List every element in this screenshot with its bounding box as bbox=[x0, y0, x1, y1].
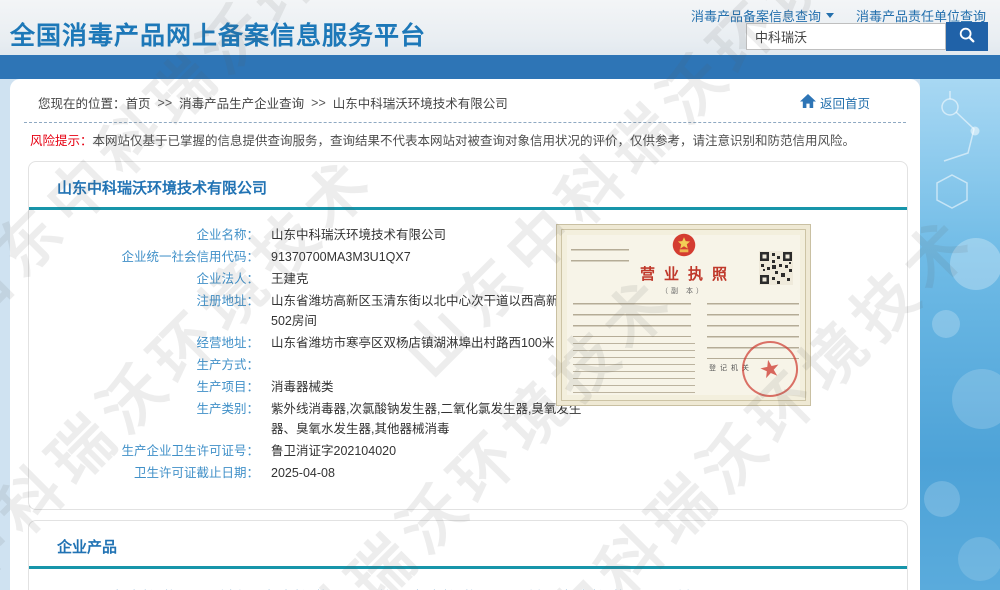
field-label: 企业法人： bbox=[29, 269, 259, 289]
license-text-lines bbox=[573, 303, 691, 337]
field-label: 经营地址： bbox=[29, 333, 259, 353]
risk-notice: 风险提示：本网站仅基于已掌握的信息提供查询服务，查询结果不代表本网站对被查询对象… bbox=[30, 132, 900, 151]
search-input[interactable] bbox=[746, 23, 946, 50]
field-value: 山东中科瑞沃环境技术有限公司 bbox=[271, 225, 446, 245]
home-icon bbox=[800, 94, 816, 112]
national-emblem-icon bbox=[671, 232, 697, 261]
field-value: 鲁卫消证字202104020 bbox=[271, 441, 396, 461]
field-value: 山东省潍坊市寒亭区双杨店镇湖淋埠出村路西100米 bbox=[271, 333, 554, 353]
molecule-decoration-icon bbox=[920, 577, 1000, 590]
license-text-lines bbox=[573, 343, 695, 395]
breadcrumb-prefix: 您现在的位置： bbox=[38, 93, 126, 112]
company-title: 山东中科瑞沃环境技术有限公司 bbox=[29, 162, 907, 207]
field-value: 2025-04-08 bbox=[271, 463, 335, 483]
products-list: 中科瑞沃牌ZK-50型电解法次氯酸钠发生器 中科瑞沃牌ZK-200型化学法二氧化… bbox=[29, 569, 907, 590]
license-text-lines bbox=[571, 249, 629, 267]
breadcrumb-link-home[interactable]: 首页 bbox=[126, 93, 151, 112]
field-label: 生产方式： bbox=[29, 355, 259, 375]
breadcrumb-separator: >> bbox=[311, 96, 326, 110]
field-label: 生产类别： bbox=[29, 399, 259, 439]
field-value: 王建克 bbox=[271, 269, 309, 289]
breadcrumb-link-enterprise-query[interactable]: 消毒产品生产企业查询 bbox=[179, 93, 304, 112]
back-home-label: 返回首页 bbox=[820, 93, 870, 112]
main-content: 您现在的位置： 首页 >> 消毒产品生产企业查询 >> 山东中科瑞沃环境技术有限… bbox=[10, 79, 920, 590]
field-row: 卫生许可证截止日期： 2025-04-08 bbox=[29, 463, 907, 483]
header: 全国消毒产品网上备案信息服务平台 消毒产品备案信息查询 消毒产品责任单位查询 bbox=[0, 0, 1000, 55]
field-label: 生产项目： bbox=[29, 377, 259, 397]
risk-notice-text: 本网站仅基于已掌握的信息提供查询服务，查询结果不代表本网站对被查询对象信用状况的… bbox=[93, 134, 856, 148]
field-label: 注册地址： bbox=[29, 291, 259, 331]
chevron-down-icon bbox=[826, 13, 834, 18]
header-band bbox=[0, 55, 1000, 79]
products-card: 企业产品 中科瑞沃牌ZK-50型电解法次氯酸钠发生器 中科瑞沃牌ZK-200型化… bbox=[28, 520, 908, 590]
field-label: 企业统一社会信用代码： bbox=[29, 247, 259, 267]
page: 全国消毒产品网上备案信息服务平台 消毒产品备案信息查询 消毒产品责任单位查询 bbox=[0, 0, 1000, 590]
products-title: 企业产品 bbox=[29, 521, 907, 566]
breadcrumb-current: 山东中科瑞沃环境技术有限公司 bbox=[333, 93, 508, 112]
business-license-image: 营业执照 （副 本） bbox=[556, 224, 811, 406]
right-decoration-panel bbox=[920, 79, 1000, 590]
breadcrumb: 您现在的位置： 首页 >> 消毒产品生产企业查询 >> 山东中科瑞沃环境技术有限… bbox=[24, 79, 906, 123]
breadcrumb-separator: >> bbox=[158, 96, 173, 110]
field-value: 91370700MA3M3U1QX7 bbox=[271, 247, 411, 267]
search-icon bbox=[958, 26, 976, 47]
site-title: 全国消毒产品网上备案信息服务平台 bbox=[10, 16, 426, 52]
back-home-link[interactable]: 返回首页 bbox=[800, 93, 900, 112]
field-label: 卫生许可证截止日期： bbox=[29, 463, 259, 483]
company-fields: 企业名称： 山东中科瑞沃环境技术有限公司 企业统一社会信用代码： 9137070… bbox=[29, 210, 907, 509]
seal-star-icon: ★ bbox=[756, 352, 783, 385]
field-label: 企业名称： bbox=[29, 225, 259, 245]
field-row: 生产企业卫生许可证号： 鲁卫消证字202104020 bbox=[29, 441, 907, 461]
field-value: 紫外线消毒器,次氯酸钠发生器,二氧化氯发生器,臭氧发生器、臭氧水发生器,其他器械… bbox=[271, 399, 593, 439]
search-button[interactable] bbox=[946, 22, 988, 51]
field-value: 山东省潍坊高新区玉清东街以北中心次干道以西高新大厦502房间 bbox=[271, 291, 593, 331]
field-label: 生产企业卫生许可证号： bbox=[29, 441, 259, 461]
search-bar bbox=[746, 22, 988, 51]
risk-notice-label: 风险提示： bbox=[30, 134, 93, 148]
field-value: 消毒器械类 bbox=[271, 377, 334, 397]
company-card: 山东中科瑞沃环境技术有限公司 企业名称： 山东中科瑞沃环境技术有限公司 企业统一… bbox=[28, 161, 908, 510]
qr-code-icon bbox=[759, 251, 793, 288]
